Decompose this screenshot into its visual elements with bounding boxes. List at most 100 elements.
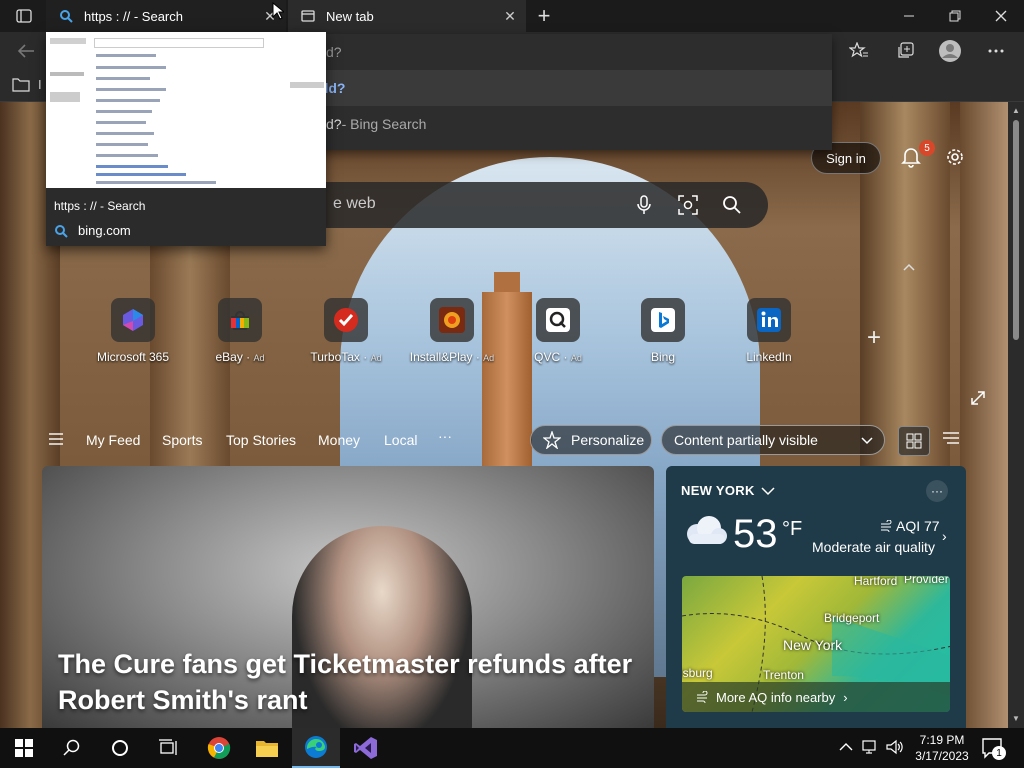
tile-label: TurboTax · Ad — [310, 350, 382, 364]
nav-sports[interactable]: Sports — [162, 432, 202, 448]
tab-search[interactable]: https : // - Search ✕ — [46, 0, 286, 32]
quick-link-ebay[interactable]: eBay · Ad — [190, 298, 290, 368]
sparkle-star-icon — [543, 431, 561, 449]
suggestion-item[interactable]: uild? - Bing Search — [300, 106, 832, 142]
tab-new-tab[interactable]: New tab ✕ — [288, 0, 526, 32]
scroll-thumb[interactable] — [1013, 120, 1019, 340]
start-button[interactable] — [0, 728, 48, 768]
tab-hover-preview: https : // - Search bing.com — [46, 32, 326, 246]
taskbar-chrome[interactable] — [195, 728, 243, 768]
personalize-label: Personalize — [571, 432, 645, 448]
suggestion-input-row[interactable]: uild? — [300, 34, 832, 70]
feed-menu-button[interactable] — [48, 432, 68, 448]
volume-icon[interactable] — [886, 739, 904, 755]
content-visibility-dropdown[interactable]: Content partially visible — [661, 425, 885, 455]
preview-title: https : // - Search — [54, 199, 146, 213]
personalize-button[interactable]: Personalize — [530, 425, 652, 455]
collapse-button[interactable] — [898, 258, 920, 276]
address-suggestions: uild? uild? uild? - Bing Search — [300, 34, 832, 150]
tab-actions-button[interactable] — [10, 6, 38, 26]
cortana-circle-icon — [112, 740, 128, 756]
bing-icon — [641, 298, 685, 342]
list-layout-button[interactable] — [942, 430, 962, 450]
air-quality-map[interactable]: Hartford Provider Bridgeport New York Tr… — [682, 576, 950, 712]
nav-money[interactable]: Money — [318, 432, 360, 448]
hamburger-icon — [49, 433, 63, 445]
visual-studio-icon — [354, 737, 377, 759]
collections-button[interactable] — [892, 39, 918, 63]
mouse-pointer-icon — [272, 2, 284, 20]
nav-my-feed[interactable]: My Feed — [86, 432, 140, 448]
nav-top-stories[interactable]: Top Stories — [226, 432, 296, 448]
favorites-button[interactable] — [846, 39, 872, 63]
weather-more-button[interactable]: ··· — [926, 480, 948, 502]
news-card[interactable]: The Cure fans get Ticketmaster refunds a… — [42, 466, 654, 728]
web-search-box[interactable]: e web — [300, 182, 768, 228]
search-submit-button[interactable] — [720, 193, 744, 217]
cortana-button[interactable] — [96, 728, 144, 768]
profile-button[interactable] — [937, 39, 963, 63]
install-and-play-icon — [430, 298, 474, 342]
voice-search-button[interactable] — [632, 193, 656, 217]
page-settings-button[interactable] — [942, 144, 968, 170]
quick-link-microsoft-365[interactable]: Microsoft 365 — [83, 298, 183, 368]
import-favorites-link[interactable]: I — [12, 76, 42, 92]
task-view-button[interactable] — [144, 728, 192, 768]
settings-and-more-button[interactable] — [983, 39, 1009, 63]
wind-icon — [881, 520, 892, 532]
cloud-icon — [687, 516, 727, 544]
weather-location[interactable]: NEW YORK — [681, 483, 775, 498]
more-aq-info-link[interactable]: More AQ info nearby › — [682, 682, 950, 712]
map-label-burg: isburg — [682, 666, 713, 680]
aqi-value[interactable]: AQI 77 — [880, 518, 940, 534]
news-headline[interactable]: The Cure fans get Ticketmaster refunds a… — [58, 646, 648, 718]
close-window-button[interactable] — [978, 0, 1024, 32]
grid-layout-button[interactable] — [898, 426, 930, 456]
more-aq-label: More AQ info nearby — [716, 689, 836, 705]
show-hidden-icons-chevron-up-icon[interactable] — [838, 739, 854, 755]
map-label-providence: Provider — [904, 576, 949, 586]
temperature-unit[interactable]: °F — [782, 518, 802, 541]
network-icon[interactable] — [862, 739, 880, 755]
scroll-down-arrow-icon[interactable]: ▼ — [1012, 714, 1020, 723]
search-icon — [723, 196, 741, 214]
map-label-bridgeport: Bridgeport — [824, 611, 880, 625]
task-view-icon — [159, 739, 177, 755]
taskbar-edge[interactable] — [292, 728, 340, 768]
tile-label: Install&Play · Ad — [409, 350, 495, 364]
back-button[interactable] — [14, 40, 38, 62]
nav-local[interactable]: Local — [384, 432, 417, 448]
import-label: I — [38, 76, 42, 92]
taskbar-visual-studio[interactable] — [342, 728, 390, 768]
quick-link-linkedin[interactable]: LinkedIn — [719, 298, 819, 368]
minimize-button[interactable] — [886, 0, 932, 32]
visual-search-button[interactable] — [676, 193, 700, 217]
quick-link-turbotax[interactable]: TurboTax · Ad — [296, 298, 396, 368]
page-scrollbar[interactable]: ▲ ▼ — [1008, 102, 1024, 728]
taskbar-file-explorer[interactable] — [243, 728, 291, 768]
aqi-description: Moderate air quality — [812, 539, 935, 555]
chrome-icon — [207, 737, 231, 759]
chevron-right-icon: › — [843, 689, 848, 705]
add-quick-link-button[interactable]: + — [862, 324, 886, 351]
chevron-right-icon[interactable]: › — [942, 528, 947, 544]
suggestion-item[interactable]: uild? — [300, 70, 832, 106]
weather-card: NEW YORK ··· 53 °F AQI 77 Moderate air q… — [666, 466, 966, 728]
quick-link-qvc[interactable]: QVC · Ad — [508, 298, 608, 368]
new-tab-button[interactable]: + — [532, 3, 556, 28]
nav-more-button[interactable]: ··· — [438, 428, 452, 444]
windows-logo-icon — [15, 739, 33, 757]
system-clock[interactable]: 7:19 PM 3/17/2023 — [912, 732, 972, 764]
restore-button[interactable] — [932, 0, 978, 32]
plus-icon: + — [866, 324, 881, 351]
scroll-up-arrow-icon[interactable]: ▲ — [1012, 106, 1020, 115]
focus-mode-button[interactable] — [968, 388, 988, 408]
preview-site-label: bing.com — [78, 223, 131, 238]
quick-link-install-and-play[interactable]: Install&Play · Ad — [402, 298, 502, 368]
search-input[interactable]: e web — [333, 195, 376, 213]
close-tab-button[interactable]: ✕ — [502, 8, 518, 24]
quick-link-bing[interactable]: Bing — [613, 298, 713, 368]
chevron-down-icon — [861, 437, 873, 445]
taskbar-search-button[interactable] — [48, 728, 96, 768]
plus-icon: + — [537, 3, 551, 28]
